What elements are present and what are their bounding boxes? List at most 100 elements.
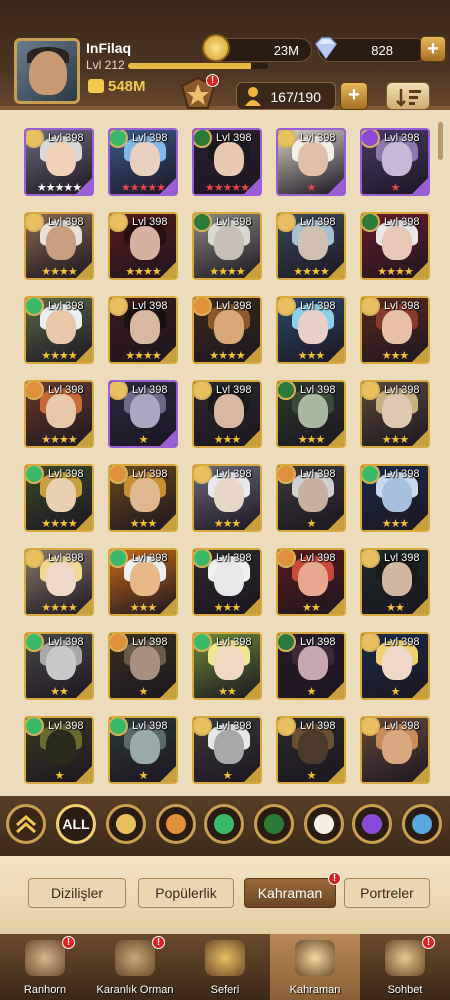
hero-card[interactable]: Lvl 398 ★★★★ bbox=[24, 548, 94, 616]
graveborn-faction-icon bbox=[194, 214, 212, 232]
hero-card[interactable]: Lvl 398 ★ bbox=[108, 632, 178, 700]
hero-card[interactable]: Lvl 398 ★ bbox=[108, 716, 178, 784]
hero-level: Lvl 398 bbox=[132, 300, 168, 312]
hero-face bbox=[214, 394, 244, 428]
hero-card[interactable]: Lvl 398 ★★★★ bbox=[24, 380, 94, 448]
nav-sohbet[interactable]: Sohbet! bbox=[360, 934, 450, 1000]
hero-card[interactable]: Lvl 398 ★★★ bbox=[108, 548, 178, 616]
hero-level: Lvl 398 bbox=[300, 216, 336, 228]
hero-card[interactable]: Lvl 398 ★★ bbox=[192, 632, 262, 700]
lightbearer-faction-icon bbox=[110, 214, 128, 232]
lightbearer-faction-icon bbox=[278, 298, 296, 316]
hero-level: Lvl 398 bbox=[384, 552, 420, 564]
hero-card[interactable]: Lvl 398 ★★★★ bbox=[192, 212, 262, 280]
hero-card[interactable]: Lvl 398 ★★★★ bbox=[360, 212, 430, 280]
subtab-portreler[interactable]: Portreler bbox=[344, 878, 430, 908]
hero-card[interactable]: Lvl 398 ★★ bbox=[276, 548, 346, 616]
hero-level: Lvl 398 bbox=[48, 216, 84, 228]
hero-card[interactable]: Lvl 398 ★ bbox=[360, 632, 430, 700]
hero-level: Lvl 398 bbox=[216, 636, 252, 648]
nav-kahraman[interactable]: Kahraman bbox=[270, 934, 360, 1000]
graveborn-faction-icon bbox=[362, 214, 380, 232]
nav-label: Ranhorn bbox=[23, 984, 67, 996]
wilder-faction-icon bbox=[110, 550, 128, 568]
hero-level: Lvl 398 bbox=[48, 720, 84, 732]
hero-card[interactable]: Lvl 398 ★ bbox=[276, 716, 346, 784]
hero-card[interactable]: Lvl 398 ★★★★ bbox=[24, 212, 94, 280]
nav-ranhorn[interactable]: Ranhorn! bbox=[0, 934, 90, 1000]
filter-celestial-button[interactable] bbox=[304, 804, 344, 844]
filter-dimensional-button[interactable] bbox=[402, 804, 442, 844]
hero-card[interactable]: Lvl 398 ★★★★ bbox=[108, 296, 178, 364]
hero-card[interactable]: Lvl 398 ★★★ bbox=[276, 296, 346, 364]
hero-card[interactable]: Lvl 398 ★ bbox=[108, 380, 178, 448]
hero-face bbox=[46, 394, 76, 428]
hero-card[interactable]: Lvl 398 ★★★★★ bbox=[108, 128, 178, 196]
hero-card[interactable]: Lvl 398 ★★★★★ bbox=[24, 128, 94, 196]
lightbearer-faction-icon bbox=[278, 214, 296, 232]
hero-card[interactable]: Lvl 398 ★★★★★ bbox=[192, 128, 262, 196]
filter-mauler-button[interactable] bbox=[156, 804, 196, 844]
hero-card[interactable]: Lvl 398 ★★★★ bbox=[24, 464, 94, 532]
hero-card[interactable]: Lvl 398 ★★★★ bbox=[276, 212, 346, 280]
lightbearer-faction-icon bbox=[362, 550, 380, 568]
filter-graveborn-button[interactable] bbox=[254, 804, 294, 844]
hero-level: Lvl 398 bbox=[216, 132, 252, 144]
hero-card[interactable]: Lvl 398 ★★★★ bbox=[108, 212, 178, 280]
hero-stars: ★★★★ bbox=[41, 350, 77, 362]
faction-filter-bar: ALL bbox=[0, 796, 450, 856]
hero-face bbox=[298, 226, 328, 260]
subtab-dizilişler[interactable]: Dizilişler bbox=[28, 878, 126, 908]
hero-card[interactable]: Lvl 398 ★ bbox=[24, 716, 94, 784]
hero-level: Lvl 398 bbox=[300, 384, 336, 396]
nav-seferi[interactable]: Seferi bbox=[180, 934, 270, 1000]
hero-card[interactable]: Lvl 398 ★★★ bbox=[360, 464, 430, 532]
hero-stars: ★★★★ bbox=[125, 350, 161, 362]
hero-card[interactable]: Lvl 398 ★★★ bbox=[108, 464, 178, 532]
hero-card[interactable]: Lvl 398 ★★ bbox=[360, 548, 430, 616]
hero-card[interactable]: Lvl 398 ★★★ bbox=[360, 296, 430, 364]
filter-all-button[interactable]: ALL bbox=[56, 804, 96, 844]
hero-card[interactable]: Lvl 398 ★★★ bbox=[276, 380, 346, 448]
lightbearer-faction-icon bbox=[362, 718, 380, 736]
hero-card[interactable]: Lvl 398 ★ bbox=[276, 632, 346, 700]
hero-face bbox=[46, 646, 76, 680]
hero-level: Lvl 398 bbox=[300, 468, 336, 480]
hero-stars: ★★★ bbox=[129, 518, 158, 530]
wilder-faction-icon bbox=[26, 718, 44, 736]
hero-face bbox=[130, 394, 160, 428]
nav-label: Sohbet bbox=[387, 984, 423, 996]
hero-card[interactable]: Lvl 398 ★★★★ bbox=[192, 296, 262, 364]
subtab-kahraman[interactable]: Kahraman bbox=[244, 878, 336, 908]
hero-level: Lvl 398 bbox=[300, 636, 336, 648]
hero-face bbox=[130, 730, 160, 764]
hero-stars: ★★ bbox=[386, 602, 405, 614]
hero-card[interactable]: Lvl 398 ★ bbox=[276, 128, 346, 196]
hero-card[interactable]: Lvl 398 ★★★★ bbox=[24, 296, 94, 364]
hero-card[interactable]: Lvl 398 ★★★ bbox=[192, 380, 262, 448]
hero-face bbox=[298, 646, 328, 680]
hero-card[interactable]: Lvl 398 bbox=[360, 716, 430, 784]
filter-hypogean-button[interactable] bbox=[352, 804, 392, 844]
hero-card[interactable]: Lvl 398 ★★★ bbox=[192, 548, 262, 616]
hero-level: Lvl 398 bbox=[132, 552, 168, 564]
hero-card[interactable]: Lvl 398 ★★★ bbox=[360, 380, 430, 448]
hero-card[interactable]: Lvl 398 ★ bbox=[360, 128, 430, 196]
filter-wilder-button[interactable] bbox=[204, 804, 244, 844]
hero-stars: ★ bbox=[306, 518, 317, 530]
hero-card[interactable]: Lvl 398 ★ bbox=[192, 716, 262, 784]
hero-level: Lvl 398 bbox=[48, 636, 84, 648]
hero-face bbox=[46, 730, 76, 764]
hero-stars: ★★★★ bbox=[125, 266, 161, 278]
hero-stars: ★★★ bbox=[297, 434, 326, 446]
hero-card[interactable]: Lvl 398 ★ bbox=[276, 464, 346, 532]
hero-card[interactable]: Lvl 398 ★★★ bbox=[192, 464, 262, 532]
nav-karanlık-orman[interactable]: Karanlık Orman! bbox=[90, 934, 180, 1000]
subtab-popülerlik[interactable]: Popülerlik bbox=[138, 878, 234, 908]
filter-lightbearer-button[interactable] bbox=[106, 804, 146, 844]
hero-card[interactable]: Lvl 398 ★★ bbox=[24, 632, 94, 700]
hero-level: Lvl 398 bbox=[48, 384, 84, 396]
hero-stars: ★ bbox=[390, 182, 401, 194]
hero-level: Lvl 398 bbox=[132, 720, 168, 732]
filter-collapse-button[interactable] bbox=[6, 804, 46, 844]
